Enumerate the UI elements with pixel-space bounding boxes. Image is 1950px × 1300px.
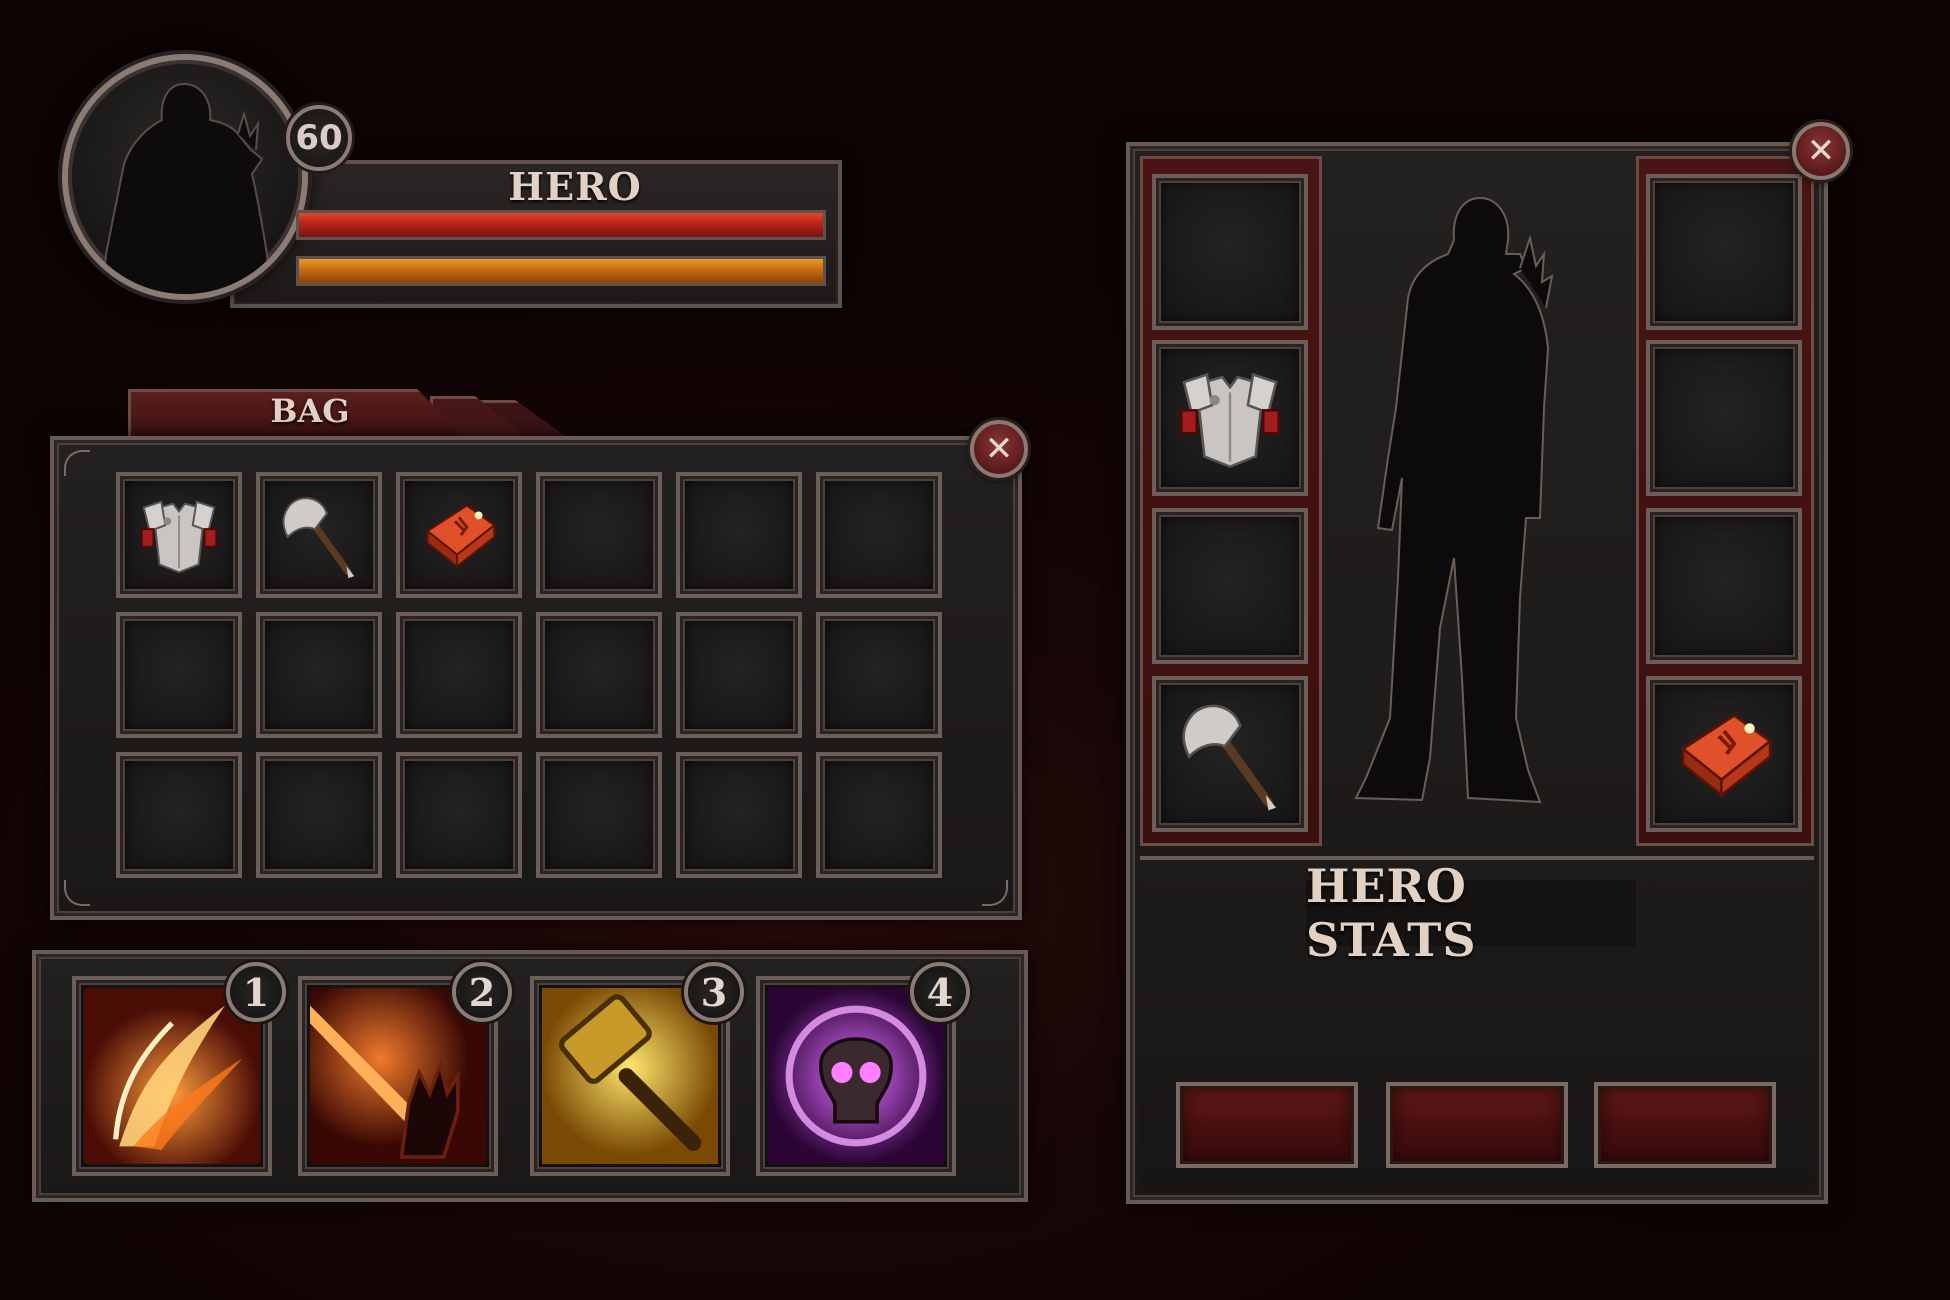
hero-stats-title: HERO STATS	[1306, 859, 1636, 967]
bag-slot[interactable]	[536, 752, 662, 878]
skill-hotkey-badge: 3	[684, 962, 744, 1022]
equipment-slot-right[interactable]	[1646, 676, 1802, 832]
skill-hotkey-badge: 4	[910, 962, 970, 1022]
fire-claw-skill-icon[interactable]	[84, 988, 260, 1164]
bag-slot[interactable]	[256, 472, 382, 598]
bag-slot[interactable]	[256, 612, 382, 738]
stats-button-3[interactable]	[1594, 1082, 1776, 1168]
bag-slot[interactable]	[676, 472, 802, 598]
equipment-slot-right[interactable]	[1646, 508, 1802, 664]
close-icon: ✕	[1806, 131, 1836, 171]
bag-slot[interactable]	[676, 612, 802, 738]
bag-slot[interactable]	[256, 752, 382, 878]
skill-hotkey-badge: 2	[452, 962, 512, 1022]
golden-hammer-skill-icon[interactable]	[542, 988, 718, 1164]
hero-silhouette-icon	[101, 82, 273, 294]
equipment-close-button[interactable]: ✕	[1792, 122, 1850, 180]
bag-slot[interactable]	[816, 612, 942, 738]
equipment-slot-right[interactable]	[1646, 340, 1802, 496]
bag-slot[interactable]	[536, 612, 662, 738]
bag-slot[interactable]	[396, 472, 522, 598]
health-bar	[296, 210, 826, 240]
health-bar-fill	[299, 213, 823, 237]
axe-icon[interactable]	[270, 486, 368, 584]
corner-ornament	[982, 880, 1008, 906]
bag-slot[interactable]	[396, 612, 522, 738]
hero-portrait[interactable]	[62, 54, 308, 300]
bag-slot[interactable]	[816, 752, 942, 878]
level-badge: 60	[286, 105, 352, 171]
close-icon: ✕	[984, 429, 1014, 469]
equipment-slot-left[interactable]	[1152, 174, 1308, 330]
red-rune-icon[interactable]	[1660, 690, 1788, 818]
red-rune-icon[interactable]	[410, 486, 508, 584]
chest-armor-icon[interactable]	[130, 486, 228, 584]
chest-armor-icon[interactable]	[1166, 354, 1294, 482]
skill-hotkey-badge: 1	[226, 962, 286, 1022]
mana-bar	[296, 256, 826, 286]
bag-close-button[interactable]: ✕	[970, 420, 1028, 478]
bag-tab-label: BAG	[270, 392, 350, 430]
stats-button-1[interactable]	[1176, 1082, 1358, 1168]
character-silhouette	[1330, 158, 1630, 838]
character-silhouette-icon	[1354, 196, 1554, 804]
bag-slot[interactable]	[536, 472, 662, 598]
axe-icon[interactable]	[1166, 690, 1294, 818]
equipment-slot-left[interactable]	[1152, 508, 1308, 664]
stats-button-2[interactable]	[1386, 1082, 1568, 1168]
mana-bar-fill	[299, 259, 823, 283]
bag-slot[interactable]	[116, 472, 242, 598]
hero-name: HERO	[508, 164, 642, 209]
bag-slot[interactable]	[676, 752, 802, 878]
equipment-slot-left[interactable]	[1152, 340, 1308, 496]
flame-hand-skill-icon[interactable]	[310, 988, 486, 1164]
purple-skull-skill-icon[interactable]	[768, 988, 944, 1164]
corner-ornament	[64, 450, 90, 476]
bag-slot[interactable]	[116, 752, 242, 878]
bag-slot[interactable]	[116, 612, 242, 738]
bag-slot[interactable]	[396, 752, 522, 878]
bag-slot[interactable]	[816, 472, 942, 598]
equipment-slot-left[interactable]	[1152, 676, 1308, 832]
corner-ornament	[64, 880, 90, 906]
equipment-slot-right[interactable]	[1646, 174, 1802, 330]
